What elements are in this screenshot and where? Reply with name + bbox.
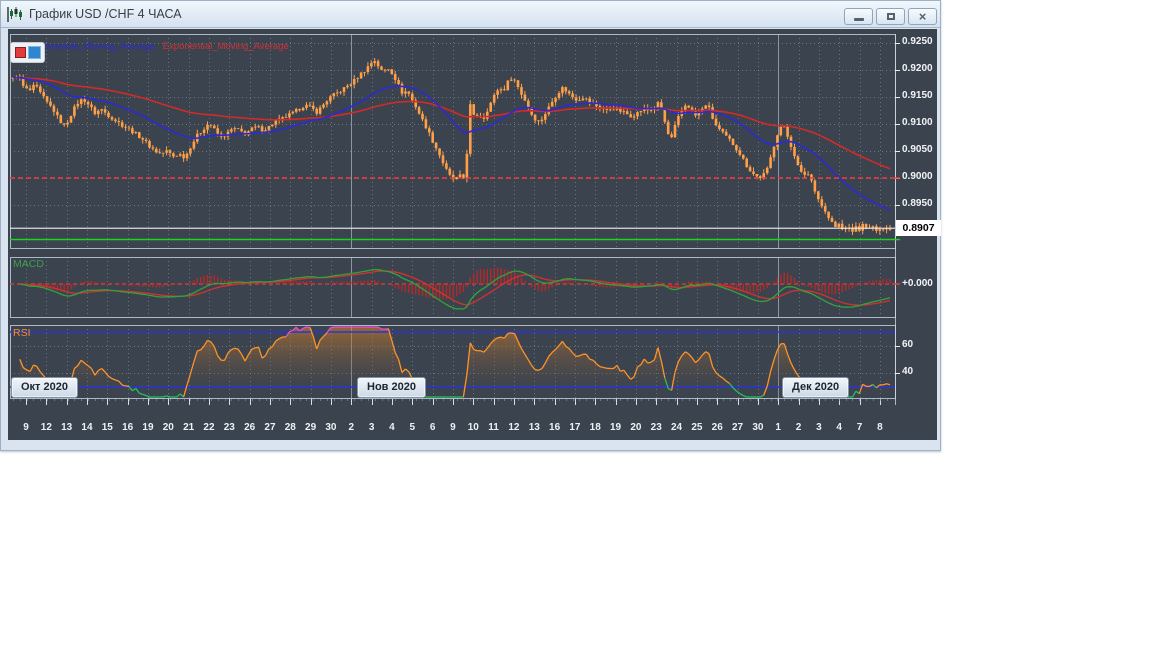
- day-label: 16: [122, 422, 134, 433]
- day-label: 23: [650, 422, 662, 433]
- month-badge: Нов 2020: [357, 377, 426, 398]
- day-label: 12: [508, 422, 520, 433]
- day-label: 10: [467, 422, 479, 433]
- day-label: 2: [795, 422, 802, 433]
- day-label: 13: [528, 422, 540, 433]
- chart-plot-area[interactable]: Exponential_Moving_Average Exponential_M…: [1, 1, 942, 452]
- price-axis-label: 0.9050: [902, 144, 933, 155]
- current-price-box: 0.8907: [896, 220, 941, 236]
- legend-ema-fast: Exponential_Moving_Average: [29, 41, 156, 52]
- day-label: 26: [244, 422, 256, 433]
- day-label: 4: [836, 422, 842, 433]
- day-label: 8: [877, 422, 883, 433]
- day-label: 15: [101, 422, 113, 433]
- price-axis-label: 0.9100: [902, 117, 933, 128]
- price-axis-label: 0.9150: [902, 90, 933, 101]
- day-label: 5: [409, 422, 416, 433]
- day-label: 27: [264, 422, 276, 433]
- day-label: 29: [305, 422, 317, 433]
- toolbox-blue-button[interactable]: [28, 46, 41, 59]
- rsi-scale-label: 60: [902, 339, 914, 350]
- indicator-legend: Exponential_Moving_Average Exponential_M…: [29, 41, 289, 52]
- rsi-label: RSI: [13, 327, 31, 339]
- price-axis-label: 0.9000: [902, 171, 933, 182]
- day-label: 3: [368, 422, 375, 433]
- price-axis-label: 0.9200: [902, 63, 933, 74]
- day-label: 18: [589, 422, 601, 433]
- day-label: 20: [162, 422, 174, 433]
- day-label: 30: [325, 422, 337, 433]
- day-label: 12: [40, 422, 52, 433]
- day-label: 7: [856, 422, 863, 433]
- day-label: 30: [752, 422, 764, 433]
- day-label: 23: [223, 422, 235, 433]
- day-label: 9: [450, 422, 456, 433]
- day-label: 17: [569, 422, 581, 433]
- month-badge: Окт 2020: [11, 377, 78, 398]
- macd-zero-label: +0.000: [902, 278, 933, 289]
- indicator-toolbox: [10, 42, 45, 63]
- day-label: 19: [142, 422, 154, 433]
- day-label: 19: [610, 422, 622, 433]
- day-label: 13: [61, 422, 73, 433]
- month-badge: Дек 2020: [782, 377, 850, 398]
- day-label: 27: [731, 422, 744, 433]
- day-label: 20: [630, 422, 642, 433]
- day-label: 14: [81, 422, 93, 433]
- chart-window: График USD /CHF 4 ЧАСА × Exponential_Mov…: [0, 0, 941, 451]
- day-label: 16: [549, 422, 561, 433]
- day-label: 4: [389, 422, 395, 433]
- day-label: 28: [284, 422, 296, 433]
- toolbox-red-button[interactable]: [15, 47, 26, 58]
- legend-ema-slow: Exponential_Moving_Average: [162, 41, 289, 52]
- rsi-scale-label: 40: [902, 366, 914, 377]
- day-label: 9: [23, 422, 29, 433]
- price-axis-label: 0.8950: [902, 198, 933, 209]
- day-label: 22: [203, 422, 215, 433]
- day-label: 25: [691, 422, 703, 433]
- price-axis-label: 0.9250: [902, 36, 933, 47]
- day-label: 1: [775, 422, 781, 433]
- day-label: 21: [183, 422, 195, 433]
- day-label: 24: [670, 422, 683, 433]
- macd-label: MACD: [13, 258, 44, 270]
- day-label: 6: [429, 422, 436, 433]
- day-label: 11: [488, 422, 499, 433]
- day-label: 3: [816, 422, 822, 433]
- day-label: 2: [348, 422, 355, 433]
- day-label: 26: [711, 422, 723, 433]
